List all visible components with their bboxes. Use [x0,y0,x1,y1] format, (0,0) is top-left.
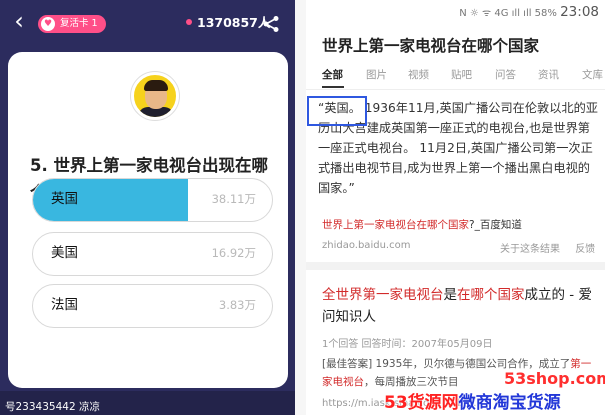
snippet-suffix: ，每周播放三次节目 [364,376,459,388]
answer-highlight-box [307,96,367,126]
watermark-url: 53shop.com [504,369,605,388]
quiz-header: ‹ ♥ 复活卡 1 1370857人 [0,0,295,60]
search-screen: N ☼ ᯤ 4G ıll ıll 58% 23:08 世界上第一家电视台在哪个国… [306,0,605,415]
answer-actions: 关于这条结果 反馈 [488,240,595,255]
tab-videos[interactable]: 视频 [408,62,429,88]
answer-option-2[interactable]: 美国 16.92万 [32,232,273,276]
vote-count: 3.83万 [218,298,256,312]
result-separator [306,262,605,270]
option-label: 法国 [51,297,78,313]
status-bar: N ☼ ᯤ 4G ıll ıll 58% 23:08 [416,3,599,21]
search-query-title: 世界上第一家电视台在哪个国家 [322,37,540,55]
answer-link-keyword: 世界上第一家电视台在哪个国家 [322,219,469,231]
option-label: 美国 [51,245,78,261]
result-title-link[interactable]: 全世界第一家电视台是在哪个国家成立的 - 爱问知识人 [322,284,598,328]
result-title-keyword-1: 全世界第一家电视台 [322,287,444,303]
option-label: 英国 [51,191,78,207]
watermark-brand-red: 53货源网 [384,393,459,413]
tab-news[interactable]: 资讯 [538,62,559,88]
vote-count: 16.92万 [211,246,256,260]
answer-source-link[interactable]: 世界上第一家电视台在哪个国家?_百度知道 [322,217,522,232]
answer-option-3[interactable]: 法国 3.83万 [32,284,273,328]
answer-source-domain: zhidao.baidu.com [322,240,411,251]
live-dot-icon [186,19,192,25]
viewer-count: 1370857人 [186,13,270,33]
answer-option-1[interactable]: 英国 38.11万 [32,178,273,222]
active-tab-indicator [322,86,344,88]
vote-count: 38.11万 [211,192,256,206]
status-icons: N ☼ ᯤ 4G ıll ıll 58% [459,8,557,19]
search-tabs: 全部 图片 视频 贴吧 问答 资讯 文库 [306,62,605,88]
host-avatar [131,72,179,120]
status-time: 23:08 [560,4,599,20]
tab-wenku[interactable]: 文库 [582,62,603,88]
question-card: 5. 世界上第一家电视台出现在哪个国家？ 英国 38.11万 美国 16.92万… [8,52,288,388]
user-id: 号233435442 凉凉 [5,401,100,413]
quiz-screen: ‹ ♥ 复活卡 1 1370857人 5. 世界上第一家电视台出现在哪个国家？ … [0,0,295,415]
revive-card-label: 复活卡 1 [60,18,98,29]
feedback-link[interactable]: 反馈 [575,244,595,255]
viewer-count-text: 1370857人 [197,15,271,30]
tabs-divider [306,89,605,90]
panel-divider [295,0,306,415]
tab-tieba[interactable]: 贴吧 [451,62,472,88]
result-title-mid: 是 [443,287,458,303]
tab-all[interactable]: 全部 [322,62,343,88]
tab-images[interactable]: 图片 [366,62,387,88]
result-meta: 1个回答 回答时间：2007年05月09日 [322,339,493,350]
share-icon[interactable] [262,15,280,33]
heart-icon: ♥ [41,17,55,31]
answer-link-suffix: ?_百度知道 [469,219,522,231]
revive-card-badge[interactable]: ♥ 复活卡 1 [38,15,106,33]
watermark-brand: 53货源网微商淘宝货源 [384,388,561,413]
result-title-keyword-2: 在哪个国家 [457,287,525,303]
user-bar: 号233435442 凉凉 [0,391,295,415]
tab-qa[interactable]: 问答 [495,62,516,88]
watermark-brand-blue: 微商淘宝货源 [458,393,561,413]
about-result-link[interactable]: 关于这条结果 [500,244,560,255]
back-icon[interactable]: ‹ [8,6,30,36]
